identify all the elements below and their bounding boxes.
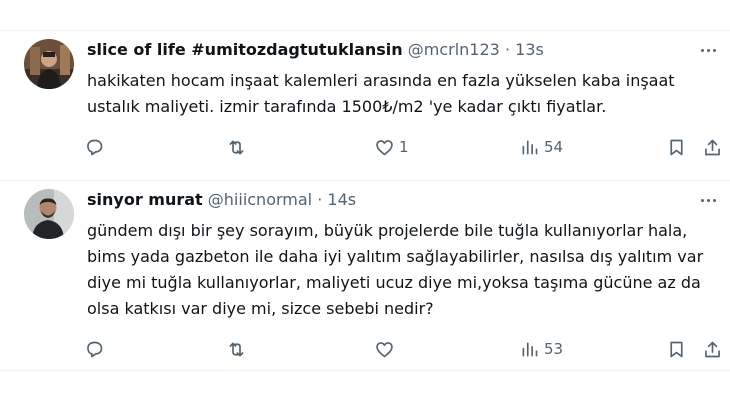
share-button[interactable]: [702, 135, 723, 159]
tweet-header: sinyor murat @hiiicnormal · 14s: [87, 190, 356, 209]
tweet-text-line: gündem dışı bir şey sorayım, büyük proje…: [87, 221, 688, 240]
more-icon[interactable]: [694, 36, 722, 64]
tweet-header: slice of life #umitozdagtutuklansin @mcr…: [87, 40, 544, 59]
retweet-icon: [229, 140, 244, 154]
user-handle[interactable]: @mcrln123: [408, 40, 500, 59]
retweet-icon: [229, 342, 244, 356]
share-icon: [705, 139, 720, 155]
bookmark-button[interactable]: [666, 135, 687, 159]
reply-button[interactable]: [84, 135, 109, 159]
display-name[interactable]: slice of life #umitozdagtutuklansin: [87, 40, 403, 59]
share-button[interactable]: [702, 337, 723, 361]
avatar-image: [24, 39, 74, 89]
reply-icon: [87, 139, 103, 155]
tweet-text-line: olsa katkısı var diye mi, sizce sebebi n…: [87, 299, 434, 318]
views-button[interactable]: 54: [519, 135, 563, 159]
heart-icon: [376, 341, 393, 357]
retweet-button[interactable]: [226, 337, 251, 361]
tweet-actions: 1 54: [84, 135, 724, 159]
like-button[interactable]: 1: [374, 135, 409, 159]
timestamp[interactable]: 13s: [515, 40, 544, 59]
more-icon[interactable]: [694, 186, 722, 214]
views-icon: [522, 342, 538, 356]
avatar[interactable]: [24, 39, 74, 89]
share-icon: [705, 341, 720, 357]
tweet-text: hakikaten hocam inşaat kalemleri arasınd…: [87, 68, 717, 120]
tweet-text: gündem dışı bir şey sorayım, büyük proje…: [87, 218, 717, 322]
separator-dot: ·: [317, 190, 323, 209]
tweet-text-line: diye mi tuğla kullanıyorlar, maliyeti uc…: [87, 273, 701, 292]
retweet-button[interactable]: [226, 135, 251, 159]
tweet-text-line: hakikaten hocam inşaat kalemleri arasınd…: [87, 71, 675, 90]
tweet-actions: 53: [84, 337, 724, 361]
tweet[interactable]: slice of life #umitozdagtutuklansin @mcr…: [0, 30, 730, 180]
user-handle[interactable]: @hiiicnormal: [208, 190, 312, 209]
separator-dot: ·: [504, 40, 511, 59]
reply-icon: [87, 341, 103, 357]
bookmark-icon: [670, 139, 683, 155]
views-icon: [522, 140, 538, 154]
like-button[interactable]: [374, 337, 399, 361]
timestamp[interactable]: 14s: [327, 190, 356, 209]
views-count: 53: [544, 340, 564, 358]
bookmark-button[interactable]: [666, 337, 687, 361]
views-button[interactable]: 53: [519, 337, 563, 361]
avatar-image: [24, 189, 74, 239]
views-count: 54: [544, 138, 564, 156]
tweet[interactable]: sinyor murat @hiiicnormal · 14s gündem d…: [0, 180, 730, 370]
reply-button[interactable]: [84, 337, 109, 361]
tweet-feed: slice of life #umitozdagtutuklansin @mcr…: [0, 0, 730, 420]
heart-icon: [376, 139, 393, 155]
tweet-text-line: ustalık maliyeti. izmir tarafında 1500₺/…: [87, 97, 607, 116]
like-count: 1: [399, 138, 409, 156]
avatar[interactable]: [24, 189, 74, 239]
tweet-text-line: bims yada gazbeton ile daha iyi yalıtım …: [87, 247, 704, 266]
bookmark-icon: [670, 341, 683, 357]
display-name[interactable]: sinyor murat: [87, 190, 203, 209]
divider: [0, 370, 730, 371]
